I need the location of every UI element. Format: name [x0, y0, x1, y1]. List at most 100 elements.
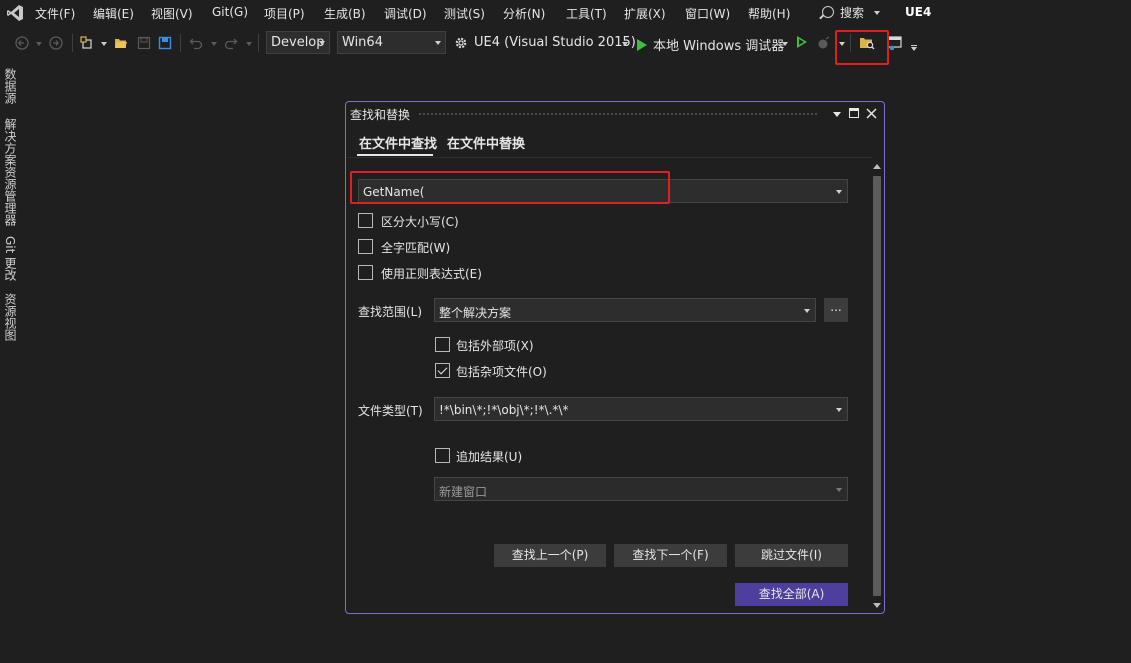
- chevron-down-icon: [804, 309, 810, 313]
- include-misc-label[interactable]: 包括杂项文件(O): [456, 363, 547, 380]
- sidebar-tab-data-sources[interactable]: 数据源: [2, 68, 19, 104]
- search-icon: [822, 6, 834, 18]
- include-misc-checkbox[interactable]: [435, 363, 450, 378]
- sidebar-tab-git-changes[interactable]: Git 更改: [2, 236, 19, 281]
- search-label: 搜索: [840, 6, 865, 20]
- platform-select[interactable]: Win64: [337, 31, 446, 54]
- save-icon[interactable]: [137, 36, 151, 50]
- chevron-down-icon: [836, 488, 842, 492]
- startup-project-dropdown-icon[interactable]: [622, 42, 628, 46]
- menu-view[interactable]: 视图(V): [151, 5, 193, 22]
- undo-icon[interactable]: [189, 36, 203, 50]
- filetype-value: !*\bin\*;!*\obj\*;!*\.*\*: [439, 403, 569, 417]
- play-icon: [637, 39, 647, 51]
- whole-word-label[interactable]: 全字匹配(W): [381, 239, 450, 256]
- scroll-down-icon[interactable]: [873, 603, 881, 608]
- match-case-checkbox[interactable]: [358, 213, 373, 228]
- sidebar-tab-resource-view[interactable]: 资源视图: [2, 293, 19, 341]
- scope-select[interactable]: 整个解决方案: [434, 298, 816, 322]
- solution-config-value: Develop: [271, 35, 325, 50]
- match-case-label[interactable]: 区分大小写(C): [381, 213, 459, 230]
- scope-label: 查找范围(L): [358, 305, 423, 319]
- tab-find-in-files[interactable]: 在文件中查找: [359, 133, 437, 152]
- startup-project-label[interactable]: UE4 (Visual Studio 2015): [474, 35, 636, 50]
- menu-tools[interactable]: 工具(T): [566, 5, 607, 22]
- dialog-title[interactable]: 查找和替换: [350, 106, 410, 123]
- search-button[interactable]: 搜索: [822, 4, 880, 21]
- menu-analyze[interactable]: 分析(N): [503, 5, 545, 22]
- dialog-scrollbar[interactable]: [872, 160, 882, 612]
- debugger-label: 本地 Windows 调试器: [653, 39, 785, 54]
- toolbar-overflow-caret-icon[interactable]: [911, 47, 917, 51]
- tab-replace-in-files[interactable]: 在文件中替换: [447, 133, 525, 152]
- menu-window[interactable]: 窗口(W): [685, 5, 730, 22]
- scroll-up-icon[interactable]: [873, 164, 881, 169]
- regex-label[interactable]: 使用正则表达式(E): [381, 265, 482, 282]
- close-icon[interactable]: [866, 108, 877, 119]
- back-dropdown-icon[interactable]: [36, 42, 42, 46]
- browse-scope-button[interactable]: ...: [824, 298, 848, 322]
- back-icon[interactable]: [15, 36, 29, 50]
- new-dropdown-icon[interactable]: [101, 42, 107, 46]
- save-all-icon[interactable]: [158, 36, 172, 50]
- sidebar-tab-solution-explorer[interactable]: 解决方案资源管理器: [2, 118, 19, 226]
- start-without-debugging-icon[interactable]: [797, 36, 807, 48]
- undo-dropdown-icon[interactable]: [211, 42, 217, 46]
- menu-bar: 文件(F) 编辑(E) 视图(V) Git(G) 项目(P) 生成(B) 调试(…: [0, 0, 1131, 26]
- find-all-button[interactable]: 查找全部(A): [735, 583, 848, 606]
- maximize-icon[interactable]: [849, 108, 859, 118]
- menu-help[interactable]: 帮助(H): [748, 5, 790, 22]
- menu-project[interactable]: 项目(P): [264, 5, 305, 22]
- start-debugging-button[interactable]: 本地 Windows 调试器: [637, 35, 784, 54]
- include-external-checkbox[interactable]: [435, 337, 450, 352]
- highlight-box: [350, 171, 670, 204]
- find-previous-button[interactable]: 查找上一个(P): [494, 544, 606, 567]
- toolbar-separator: [72, 34, 73, 52]
- divider: [346, 157, 872, 158]
- dialog-menu-icon[interactable]: [833, 112, 841, 117]
- filetype-input[interactable]: !*\bin\*;!*\obj\*;!*\.*\*: [434, 397, 848, 421]
- menu-extensions[interactable]: 扩展(X): [624, 5, 666, 22]
- toolbar-overflow-icon[interactable]: [911, 45, 917, 46]
- append-results-label[interactable]: 追加结果(U): [456, 448, 522, 465]
- chevron-down-icon: [435, 41, 441, 45]
- chevron-down-icon: [873, 11, 880, 15]
- result-window-select[interactable]: 新建窗口: [434, 477, 848, 501]
- debugger-dropdown-icon[interactable]: [782, 42, 788, 46]
- filetype-label: 文件类型(T): [358, 404, 423, 418]
- menu-build[interactable]: 生成(B): [324, 5, 366, 22]
- scrollbar-thumb[interactable]: [873, 176, 881, 596]
- chevron-down-icon: [836, 408, 842, 412]
- toolbar-separator: [258, 34, 259, 52]
- solution-config-select[interactable]: Develop: [266, 31, 330, 54]
- menu-debug[interactable]: 调试(D): [384, 5, 427, 22]
- menu-file[interactable]: 文件(F): [35, 5, 75, 22]
- forward-icon[interactable]: [49, 36, 63, 50]
- find-next-button[interactable]: 查找下一个(F): [614, 544, 727, 567]
- skip-file-button[interactable]: 跳过文件(I): [735, 544, 848, 567]
- menu-edit[interactable]: 编辑(E): [93, 5, 134, 22]
- append-results-checkbox[interactable]: [435, 448, 450, 463]
- chevron-down-icon: [836, 190, 842, 194]
- menu-git[interactable]: Git(G): [212, 5, 248, 19]
- include-external-label[interactable]: 包括外部项(X): [456, 337, 534, 354]
- scope-value: 整个解决方案: [439, 306, 512, 320]
- regex-checkbox[interactable]: [358, 265, 373, 280]
- toolbar-separator: [180, 34, 181, 52]
- hot-reload-icon[interactable]: [817, 36, 831, 50]
- solution-name: UE4: [905, 5, 932, 19]
- new-project-icon[interactable]: [80, 36, 94, 50]
- visual-studio-logo-icon[interactable]: [6, 4, 24, 22]
- dialog-drag-handle[interactable]: [418, 112, 818, 116]
- active-tab-indicator: [357, 154, 433, 156]
- redo-icon[interactable]: [224, 36, 238, 50]
- redo-dropdown-icon[interactable]: [246, 42, 252, 46]
- chevron-down-icon: [319, 41, 325, 45]
- result-window-value: 新建窗口: [439, 485, 488, 499]
- whole-word-checkbox[interactable]: [358, 239, 373, 254]
- platform-value: Win64: [342, 35, 383, 50]
- window-layout-icon[interactable]: [887, 35, 903, 51]
- open-folder-icon[interactable]: [114, 36, 128, 50]
- find-replace-dialog: 查找和替换 在文件中查找 在文件中替换 GetName( 区分大小写(C) 全字…: [345, 101, 885, 614]
- menu-test[interactable]: 测试(S): [444, 5, 485, 22]
